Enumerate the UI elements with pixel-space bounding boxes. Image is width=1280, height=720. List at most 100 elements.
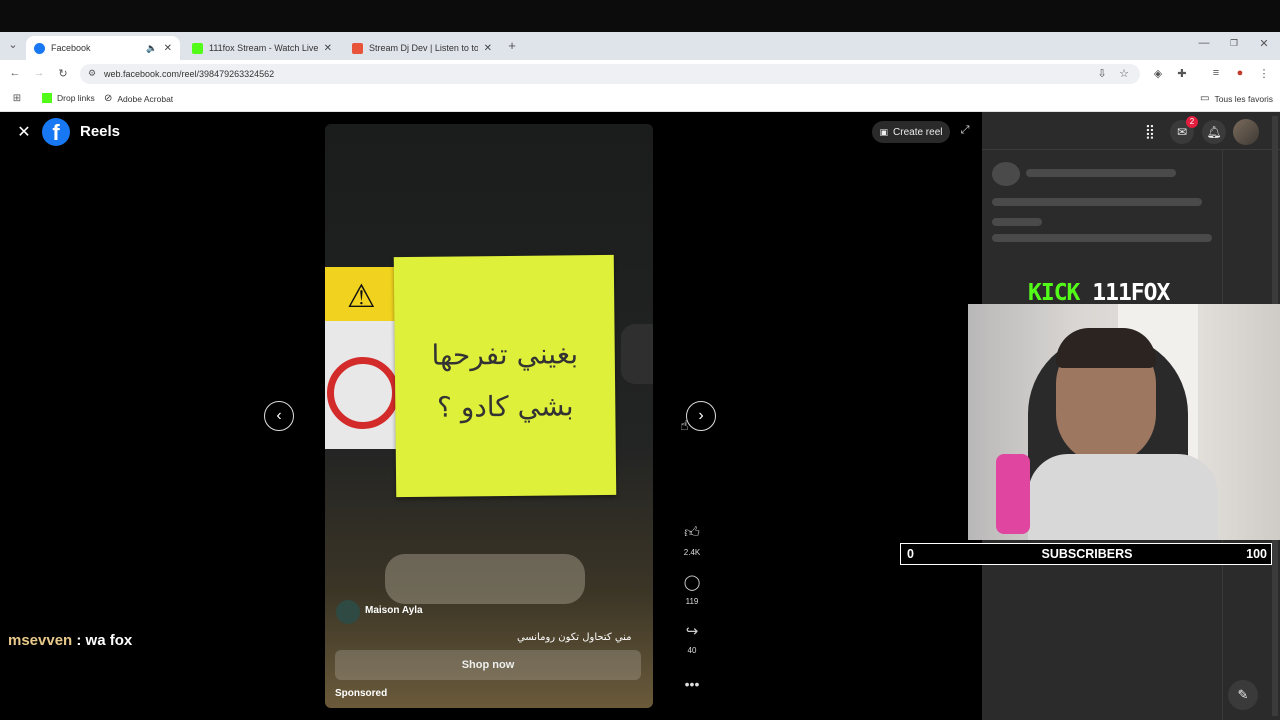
install-app-icon[interactable]: ⇩ bbox=[1096, 67, 1108, 80]
car-vent bbox=[621, 324, 653, 384]
skeleton-line bbox=[1026, 169, 1176, 177]
fullscreen-icon[interactable]: ⤢ bbox=[958, 124, 972, 137]
bookmark-star-icon[interactable]: ☆ bbox=[1118, 67, 1130, 80]
warning-triangle-icon: ⚠ bbox=[347, 278, 376, 314]
extensions-puzzle-icon[interactable]: ✚ bbox=[1176, 67, 1188, 80]
all-bookmarks-folder[interactable]: ▭ Tous les favoris bbox=[1200, 93, 1273, 104]
microphone-light bbox=[996, 454, 1030, 534]
tab-title: 111fox Stream - Watch Live on bbox=[209, 43, 318, 53]
close-tab-icon[interactable]: ✕ bbox=[484, 43, 492, 54]
skeleton-avatar bbox=[992, 162, 1020, 186]
skeleton-line bbox=[992, 218, 1042, 226]
kick-logo: KICK 111FOX bbox=[1028, 280, 1170, 306]
bookmark-adobe-acrobat[interactable]: ⊘ Adobe Acrobat bbox=[104, 93, 173, 104]
author-name[interactable]: Maison Ayla bbox=[365, 605, 423, 616]
chevron-right-icon: › bbox=[698, 407, 704, 424]
back-icon[interactable]: ← bbox=[8, 67, 22, 79]
comment-button[interactable]: ◯ 119 bbox=[672, 573, 712, 606]
skeleton-line bbox=[992, 234, 1212, 242]
bookmark-label: Drop links bbox=[57, 93, 95, 103]
tab-strip: ⌄ Facebook 🔈 ✕ 111fox Stream - Watch Liv… bbox=[0, 32, 1280, 60]
previous-reel-button[interactable]: ‹ bbox=[264, 401, 294, 431]
drop-links-icon bbox=[42, 93, 52, 103]
reload-icon[interactable]: ↻ bbox=[56, 67, 70, 80]
sticky-note: بغيني تفرحها بشي كادو ؟ bbox=[393, 254, 617, 498]
no-child-seat-icon bbox=[327, 357, 399, 429]
share-button[interactable]: ↪ 40 bbox=[672, 622, 712, 655]
acrobat-icon: ⊘ bbox=[104, 93, 113, 104]
chat-message: msevven : wa fox bbox=[8, 632, 132, 649]
blurred-car-light bbox=[385, 554, 585, 604]
facebook-favicon-icon bbox=[34, 42, 45, 54]
extension-icon[interactable]: ◈ bbox=[1152, 67, 1164, 80]
restore-icon[interactable]: ❐ bbox=[1228, 38, 1240, 49]
more-options-icon[interactable]: ••• bbox=[672, 676, 712, 692]
messenger-badge: 2 bbox=[1186, 116, 1198, 128]
like-count: 2.4K bbox=[683, 548, 701, 557]
chat-text: : wa fox bbox=[72, 632, 133, 649]
streamer-shirt bbox=[1028, 454, 1218, 540]
close-window-icon[interactable]: ✕ bbox=[1258, 37, 1270, 50]
tab-stream-dj-dev[interactable]: Stream Dj Dev | Listen to top h ✕ bbox=[344, 36, 500, 60]
media-control-icon[interactable]: ≡ bbox=[1210, 67, 1222, 79]
account-avatar[interactable] bbox=[1233, 119, 1259, 145]
notifications-bell-icon[interactable]: 🔔︎ bbox=[1202, 120, 1226, 144]
facebook-logo-icon[interactable]: f bbox=[42, 118, 70, 146]
folder-icon: ▭ bbox=[1200, 93, 1210, 104]
comment-bubble-icon: ◯ bbox=[683, 574, 701, 591]
bookmark-drop-links[interactable]: Drop links bbox=[42, 93, 95, 103]
speaker-icon[interactable]: 🔈 bbox=[146, 43, 157, 54]
tab-title: Facebook bbox=[51, 43, 91, 53]
reel-video[interactable]: ⚠ بغيني تفرحها بشي كادو ؟ Maison Ayla من… bbox=[325, 124, 653, 708]
subs-label: SUBSCRIBERS bbox=[1041, 547, 1133, 561]
shop-now-button[interactable]: Shop now bbox=[335, 650, 641, 680]
close-reels-icon[interactable]: ✕ bbox=[15, 122, 33, 142]
reel-caption: مني كتحاول تكون رومانسي bbox=[517, 632, 632, 643]
menu-grid-icon[interactable]: ⣿ bbox=[1140, 123, 1160, 140]
url-text: web.facebook.com/reel/3984792633245​62 bbox=[104, 69, 275, 79]
streamer-hair bbox=[1056, 328, 1156, 368]
kick-favicon-icon bbox=[192, 42, 203, 54]
new-message-compose-icon[interactable]: ✎ bbox=[1228, 680, 1258, 710]
site-settings-icon[interactable]: ⚙ bbox=[86, 68, 98, 79]
share-count: 40 bbox=[687, 646, 697, 655]
chevron-left-icon: ‹ bbox=[276, 407, 282, 424]
window-top-strip bbox=[0, 0, 1280, 32]
reels-title: Reels bbox=[80, 123, 121, 140]
thumbs-up-icon: 👍︎ bbox=[684, 524, 700, 541]
comment-count: 119 bbox=[685, 597, 699, 606]
create-reel-button[interactable]: ▣ Create reel bbox=[872, 121, 950, 143]
new-tab-plus-icon[interactable]: + bbox=[506, 38, 518, 53]
kick-channel-name: 111FOX bbox=[1092, 280, 1170, 306]
header-divider bbox=[982, 149, 1280, 150]
create-reel-label: Create reel bbox=[893, 126, 943, 138]
close-tab-icon[interactable]: ✕ bbox=[164, 43, 172, 54]
tab-search-chevron-icon[interactable]: ⌄ bbox=[6, 38, 20, 51]
webcam-overlay bbox=[968, 304, 1280, 540]
reel-camera-icon: ▣ bbox=[879, 126, 889, 137]
next-reel-button[interactable]: › bbox=[686, 401, 716, 431]
tab-title: Stream Dj Dev | Listen to top h bbox=[369, 43, 478, 53]
forward-icon[interactable]: → bbox=[32, 67, 46, 79]
minimize-icon[interactable]: — bbox=[1198, 37, 1210, 49]
sticky-note-line-2: بشي كادو ؟ bbox=[436, 389, 574, 424]
shop-now-label: Shop now bbox=[461, 659, 515, 671]
share-arrow-icon: ↪ bbox=[685, 623, 699, 640]
streamdj-favicon-icon bbox=[352, 42, 363, 54]
chrome-menu-icon[interactable]: ⋮ bbox=[1258, 67, 1270, 80]
all-bookmarks-label: Tous les favoris bbox=[1214, 93, 1274, 104]
like-button[interactable]: 👍︎ 2.4K bbox=[672, 524, 712, 557]
author-avatar[interactable] bbox=[336, 600, 360, 624]
profile-icon[interactable]: ● bbox=[1234, 67, 1246, 79]
subscriber-goal-bar: 0 SUBSCRIBERS 100 bbox=[900, 543, 1272, 565]
close-tab-icon[interactable]: ✕ bbox=[324, 43, 332, 54]
bookmark-label: Adobe Acrobat bbox=[117, 93, 174, 104]
apps-grid-icon[interactable]: ⊞ bbox=[10, 93, 24, 104]
sponsored-label: Sponsored bbox=[335, 688, 388, 699]
mouse-cursor-icon: ☝ bbox=[680, 417, 689, 433]
skeleton-line bbox=[992, 198, 1202, 206]
subs-goal: 100 bbox=[1246, 547, 1267, 561]
tab-111fox-stream[interactable]: 111fox Stream - Watch Live on ✕ bbox=[184, 36, 340, 60]
chat-username: msevven bbox=[8, 632, 73, 649]
tab-facebook[interactable]: Facebook 🔈 ✕ bbox=[26, 36, 180, 60]
